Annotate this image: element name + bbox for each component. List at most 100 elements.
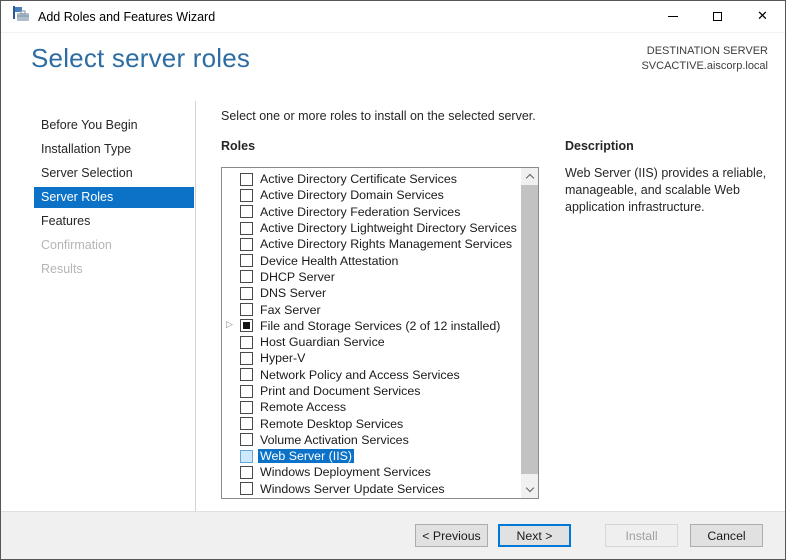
role-label: Windows Deployment Services [260,465,431,479]
sidebar-item-installation-type[interactable]: Installation Type [34,139,194,160]
next-button[interactable]: Next > [498,524,571,547]
role-label: Remote Desktop Services [260,417,403,431]
role-label: DNS Server [260,286,326,300]
role-row[interactable]: ▷ File and Storage Services (2 of 12 inst… [222,318,521,334]
scroll-up-button[interactable] [521,168,538,185]
previous-button[interactable]: < Previous [415,524,488,547]
role-label: File and Storage Services (2 of 12 insta… [260,319,500,333]
role-label: Active Directory Lightweight Directory S… [260,221,517,235]
role-checkbox[interactable] [240,319,253,332]
close-button[interactable]: ✕ [740,1,785,32]
window-title: Add Roles and Features Wizard [38,10,215,24]
role-checkbox[interactable] [240,368,253,381]
scroll-down-button[interactable] [521,481,538,498]
role-row[interactable]: ▷Remote Desktop Services [222,415,521,431]
sidebar-item-server-selection[interactable]: Server Selection [34,163,194,184]
destination-server-label: DESTINATION SERVER [641,44,768,59]
role-label: Device Health Attestation [260,254,398,268]
wizard-window: Add Roles and Features Wizard ✕ Select s… [0,0,786,560]
role-checkbox[interactable] [240,189,253,202]
window-controls: ✕ [650,1,785,32]
role-checkbox[interactable] [240,238,253,251]
role-checkbox[interactable] [240,450,253,463]
role-label: Remote Access [260,400,346,414]
role-checkbox[interactable] [240,466,253,479]
role-row[interactable]: ▷Active Directory Rights Management Serv… [222,236,521,252]
wizard-sidebar: Before You Begin Installation Type Server … [1,101,196,511]
maximize-icon [713,12,722,21]
scrollbar-thumb[interactable] [521,185,538,474]
sidebar-item-server-roles[interactable]: Server Roles [34,187,194,208]
wizard-header: Select server roles DESTINATION SERVER S… [1,33,785,102]
description-text: Web Server (IIS) provides a reliable, ma… [565,165,771,216]
role-checkbox[interactable] [240,385,253,398]
roles-listbox: ▷Active Directory Certificate Services▷A… [221,167,539,499]
role-checkbox[interactable] [240,417,253,430]
role-label: DHCP Server [260,270,335,284]
role-row[interactable]: ▷DHCP Server [222,269,521,285]
role-row[interactable]: ▷Active Directory Domain Services [222,187,521,203]
role-row[interactable]: ▷Network Policy and Access Services [222,367,521,383]
destination-server-block: DESTINATION SERVER SVCACTIVE.aiscorp.loc… [641,44,768,74]
role-label: Active Directory Rights Management Servi… [260,237,512,251]
role-label: Active Directory Domain Services [260,188,444,202]
role-checkbox[interactable] [240,222,253,235]
role-row[interactable]: ▷Web Server (IIS) [222,448,521,464]
role-label: Host Guardian Service [260,335,385,349]
roles-label: Roles [221,139,255,153]
close-icon: ✕ [757,10,768,23]
sidebar-item-features[interactable]: Features [34,211,194,232]
role-row[interactable]: ▷Device Health Attestation [222,252,521,268]
role-row[interactable]: ▷Active Directory Certificate Services [222,171,521,187]
role-checkbox[interactable] [240,173,253,186]
role-row[interactable]: ▷Windows Server Update Services [222,481,521,497]
role-row[interactable]: ▷Hyper-V [222,350,521,366]
role-row[interactable]: ▷Host Guardian Service [222,334,521,350]
title-bar: Add Roles and Features Wizard ✕ [1,1,785,33]
role-label: Windows Server Update Services [260,482,445,496]
server-manager-icon [12,6,30,27]
maximize-button[interactable] [695,1,740,32]
expander-icon[interactable]: ▷ [226,321,240,330]
sidebar-item-before-you-begin[interactable]: Before You Begin [34,115,194,136]
install-button[interactable]: Install [605,524,678,547]
role-row[interactable]: ▷Windows Deployment Services [222,464,521,480]
role-checkbox[interactable] [240,270,253,283]
roles-list-rows: ▷Active Directory Certificate Services▷A… [222,168,521,498]
instruction-text: Select one or more roles to install on t… [221,109,536,123]
wizard-content: Select one or more roles to install on t… [197,101,785,511]
role-row[interactable]: ▷DNS Server [222,285,521,301]
role-checkbox[interactable] [240,401,253,414]
role-checkbox[interactable] [240,205,253,218]
role-checkbox[interactable] [240,482,253,495]
page-title: Select server roles [31,43,250,74]
role-label: Fax Server [260,303,321,317]
role-row[interactable]: ▷Remote Access [222,399,521,415]
role-label: Network Policy and Access Services [260,368,460,382]
role-checkbox[interactable] [240,254,253,267]
role-row[interactable]: ▷Active Directory Lightweight Directory … [222,220,521,236]
role-label: Active Directory Certificate Services [260,172,457,186]
minimize-button[interactable] [650,1,695,32]
role-checkbox[interactable] [240,303,253,316]
role-label: Web Server (IIS) [258,449,354,463]
role-row[interactable]: ▷Fax Server [222,301,521,317]
role-checkbox[interactable] [240,352,253,365]
role-checkbox[interactable] [240,287,253,300]
chevron-up-icon [525,174,533,182]
role-label: Active Directory Federation Services [260,205,460,219]
sidebar-item-confirmation: Confirmation [34,235,194,256]
role-row[interactable]: ▷Volume Activation Services [222,432,521,448]
role-checkbox[interactable] [240,336,253,349]
role-row[interactable]: ▷Active Directory Federation Services [222,204,521,220]
roles-scrollbar[interactable] [521,168,538,498]
description-title: Description [565,139,634,153]
wizard-footer: < Previous Next > Install Cancel [1,511,785,559]
destination-server-name: SVCACTIVE.aiscorp.local [641,59,768,74]
role-checkbox[interactable] [240,433,253,446]
role-label: Hyper-V [260,351,305,365]
role-row[interactable]: ▷Print and Document Services [222,383,521,399]
role-label: Print and Document Services [260,384,420,398]
cancel-button[interactable]: Cancel [690,524,763,547]
sidebar-item-results: Results [34,259,194,280]
